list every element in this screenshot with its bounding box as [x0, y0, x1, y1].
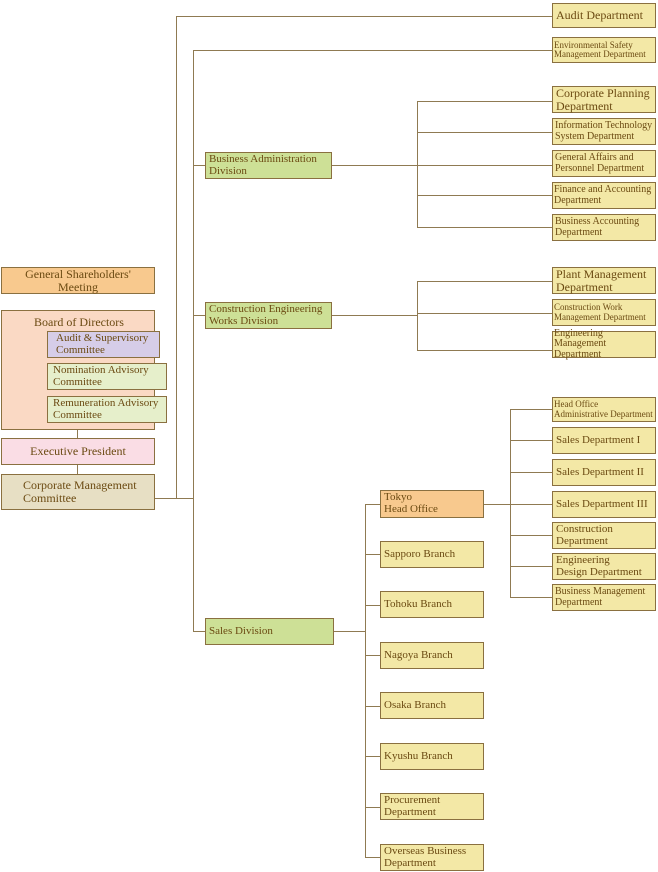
connector-line — [417, 227, 552, 228]
connector-line — [176, 16, 177, 498]
head-office-administrative-department: Head Office Administrative Department — [552, 397, 656, 422]
connector-line — [332, 165, 417, 166]
connector-line — [365, 655, 380, 656]
connector-line — [510, 472, 552, 473]
nomination-advisory-committee: Nomination Advisory Committee — [47, 363, 167, 390]
overseas-business-department: Overseas Business Department — [380, 844, 484, 871]
connector-line — [365, 857, 380, 858]
connector-line — [365, 807, 380, 808]
connector-line — [417, 195, 552, 196]
connector-line — [193, 50, 194, 632]
audit-department: Audit Department — [552, 3, 656, 28]
connector-line — [365, 756, 380, 757]
connector-line — [365, 605, 380, 606]
connector-line — [510, 504, 552, 505]
executive-president: Executive President — [1, 438, 155, 465]
kyushu-branch: Kyushu Branch — [380, 743, 484, 770]
business-administration-division: Business Administration Division — [205, 152, 332, 179]
it-system-department: Information Technology System Department — [552, 118, 656, 145]
connector-line — [417, 101, 418, 227]
connector-line — [365, 554, 380, 555]
construction-department: Construction Department — [552, 522, 656, 549]
connector-line — [417, 132, 552, 133]
connector-line — [417, 281, 552, 282]
sales-division: Sales Division — [205, 618, 334, 645]
sales-department-1: Sales Department I — [552, 427, 656, 454]
business-management-department: Business Management Department — [552, 584, 656, 611]
remuneration-advisory-committee: Remuneration Advisory Committee — [47, 396, 167, 423]
osaka-branch: Osaka Branch — [380, 692, 484, 719]
connector-line — [365, 504, 380, 505]
connector-line — [193, 631, 205, 632]
connector-line — [417, 350, 552, 351]
connector-line — [510, 535, 552, 536]
connector-line — [193, 50, 552, 51]
connector-line — [365, 706, 380, 707]
connector-line — [365, 504, 366, 857]
sales-department-3: Sales Department III — [552, 491, 656, 518]
connector-line — [417, 313, 552, 314]
connector-line — [510, 440, 552, 441]
plant-management-department: Plant Management Department — [552, 267, 656, 294]
sapporo-branch: Sapporo Branch — [380, 541, 484, 568]
finance-accounting-department: Finance and Accounting Department — [552, 182, 656, 209]
corporate-planning-department: Corporate Planning Department — [552, 86, 656, 113]
procurement-department: Procurement Department — [380, 793, 484, 820]
tokyo-head-office: Tokyo Head Office — [380, 490, 484, 518]
connector-line — [417, 101, 552, 102]
engineering-design-department: Engineering Design Department — [552, 553, 656, 580]
connector-line — [193, 165, 205, 166]
sales-department-2: Sales Department II — [552, 459, 656, 486]
connector-line — [510, 566, 552, 567]
environmental-safety-department: Environmental Safety Management Departme… — [552, 37, 656, 63]
connector-line — [510, 409, 552, 410]
connector-line — [193, 315, 205, 316]
construction-work-management-department: Construction Work Management Department — [552, 299, 656, 326]
connector-line — [334, 631, 365, 632]
connector-line — [484, 504, 510, 505]
connector-line — [176, 16, 552, 17]
connector-line — [417, 165, 552, 166]
tohoku-branch: Tohoku Branch — [380, 591, 484, 618]
connector-line — [510, 597, 552, 598]
connector-line — [332, 315, 417, 316]
corporate-management-committee: Corporate Management Committee — [1, 474, 155, 510]
construction-engineering-division: Construction Engineering Works Division — [205, 302, 332, 329]
general-affairs-personnel-department: General Affairs and Personnel Department — [552, 150, 656, 177]
nagoya-branch: Nagoya Branch — [380, 642, 484, 669]
audit-supervisory-committee: Audit & Supervisory Committee — [47, 331, 160, 358]
connector-line — [417, 281, 418, 351]
general-shareholders-meeting: General Shareholders' Meeting — [1, 267, 155, 294]
connector-line — [155, 498, 193, 499]
engineering-management-department: Engineering Management Department — [552, 328, 656, 359]
business-accounting-department: Business Accounting Department — [552, 214, 656, 241]
connector-line — [510, 409, 511, 597]
